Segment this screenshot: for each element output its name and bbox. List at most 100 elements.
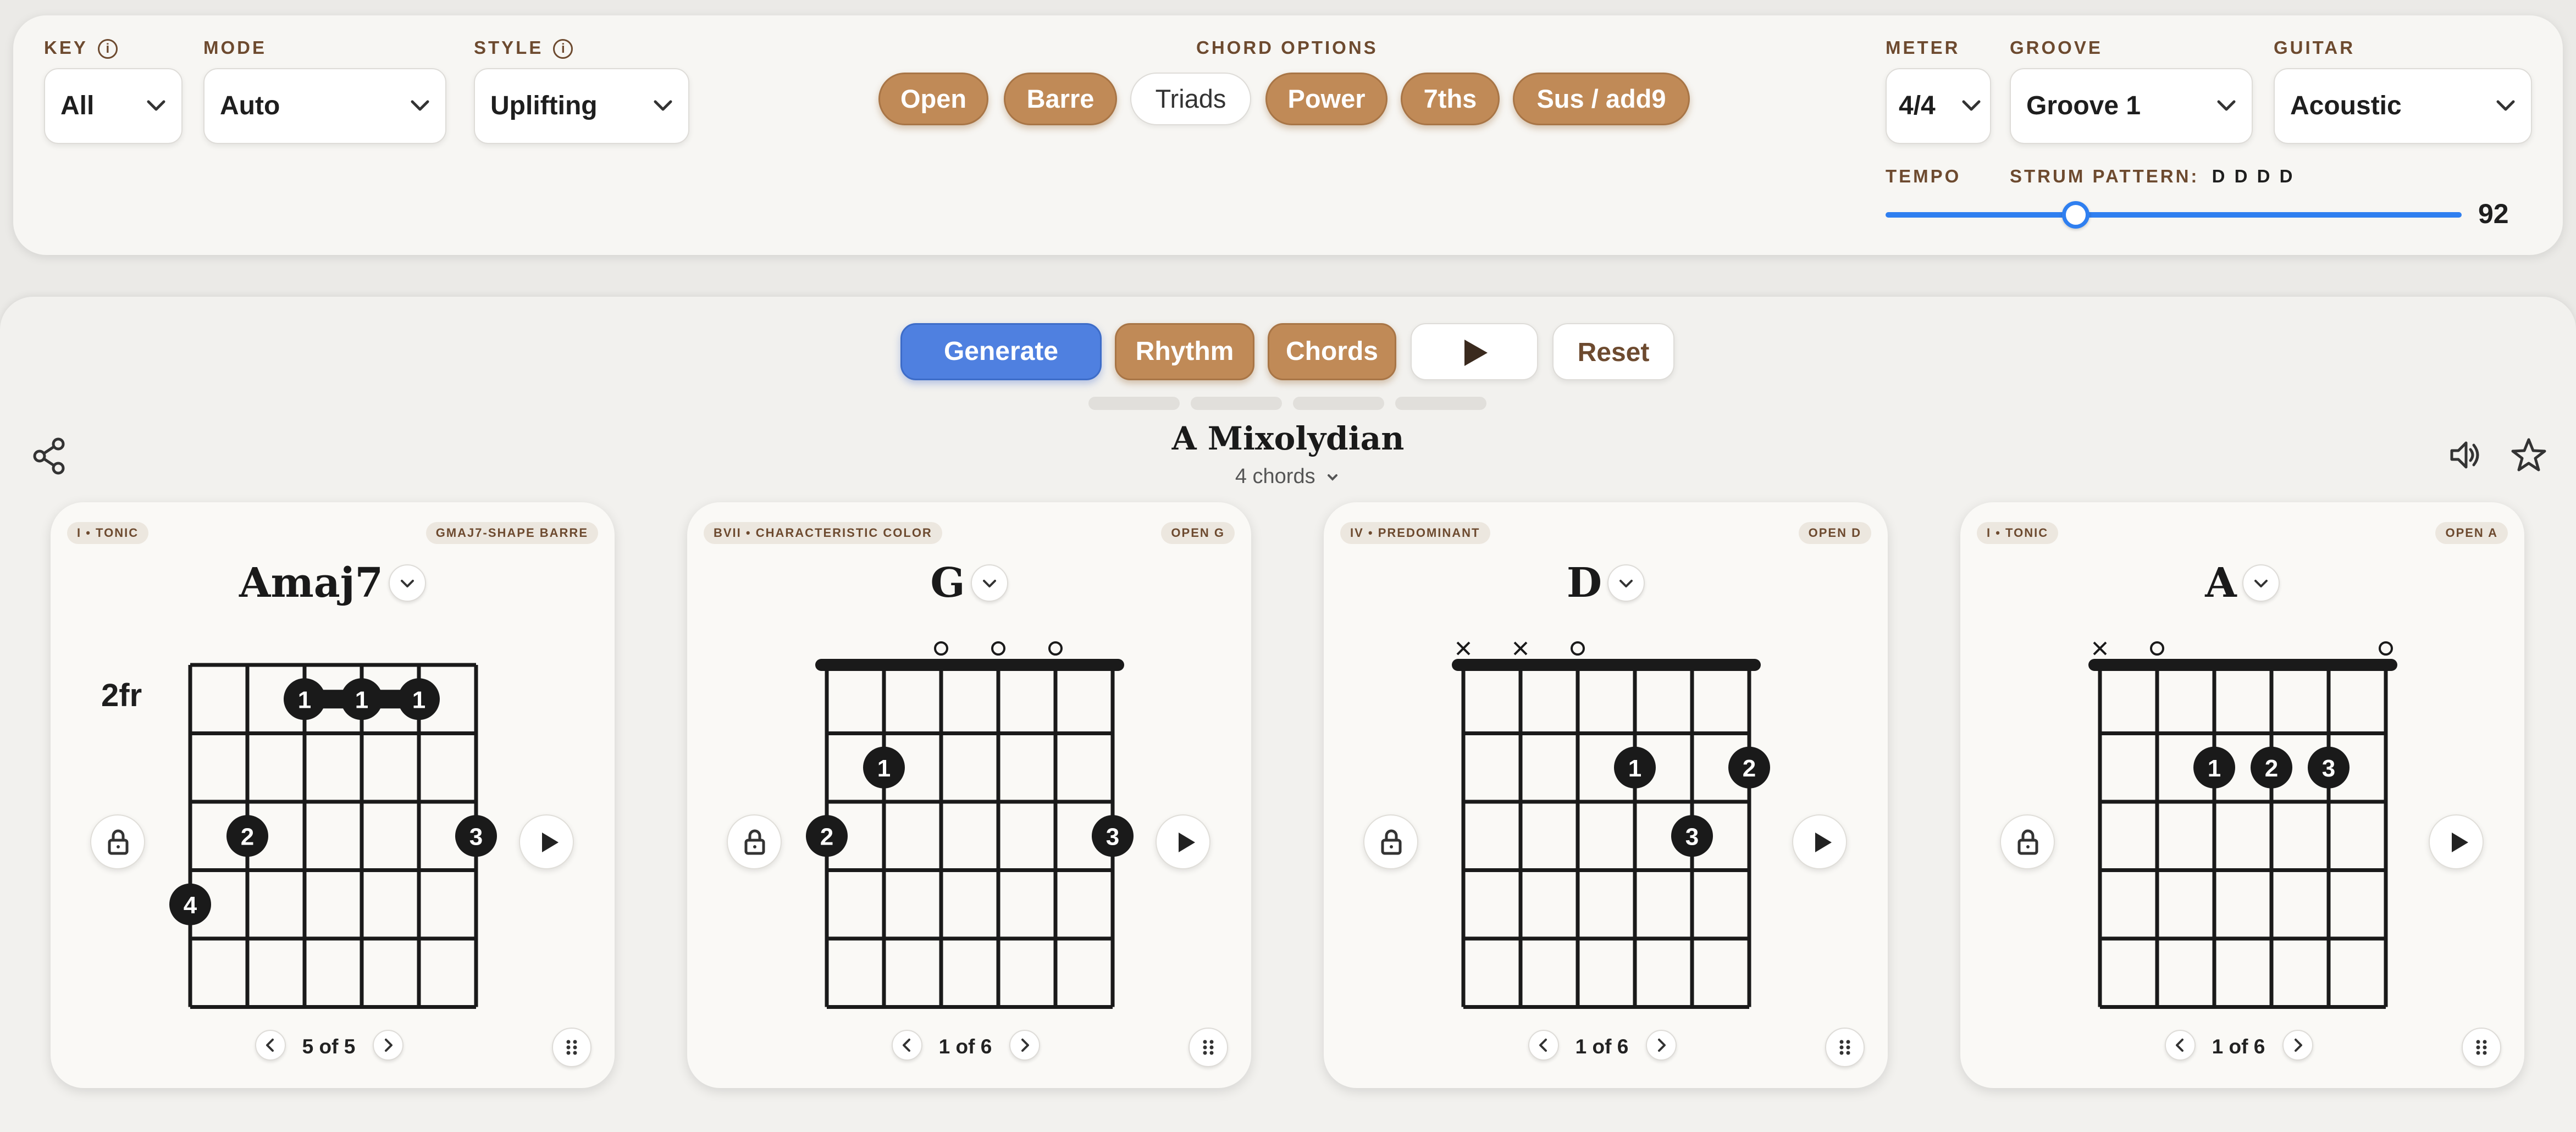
previous-voicing-button[interactable] (2165, 1030, 2196, 1061)
chevron-down-icon (1962, 100, 1981, 111)
chord-card: I • TONIC GMAJ7-SHAPE BARRE Amaj7 2fr 5 of 5… (51, 502, 615, 1088)
play-icon (1464, 340, 1488, 366)
finger-number: 2 (241, 823, 254, 850)
chord-diagram: 1 2 3 (1452, 641, 1770, 1009)
tempo-slider-thumb[interactable] (2061, 201, 2089, 229)
open-string-marker (1571, 641, 1585, 656)
voicing-pager: 1 of 6 (1575, 1035, 1629, 1058)
tempo-slider-track (1886, 212, 2462, 218)
chevron-left-icon (266, 1039, 274, 1052)
chevron-right-icon (1658, 1039, 1666, 1052)
chevron-down-icon (654, 100, 672, 111)
chevron-left-icon (903, 1039, 910, 1052)
guitar-label: GUITAR (2274, 37, 2356, 58)
next-voicing-button[interactable] (373, 1030, 403, 1061)
star-icon[interactable] (2510, 436, 2547, 474)
style-label: STYLE i (474, 37, 573, 59)
chevron-down-icon (147, 100, 165, 111)
finger-number: 2 (1743, 755, 1756, 782)
open-string-marker (991, 641, 1005, 656)
open-string-marker (1048, 641, 1063, 656)
play-button[interactable] (1411, 323, 1538, 380)
chord-card: I • TONIC OPEN AA1 of 6123 (1960, 502, 2524, 1088)
groove-select[interactable]: Groove 1 (2010, 68, 2253, 144)
grip-icon (1203, 1040, 1214, 1055)
finger-number: 1 (877, 755, 891, 782)
finger-number: 1 (2208, 755, 2221, 782)
drag-handle[interactable] (1825, 1028, 1865, 1067)
tempo-slider[interactable] (1886, 201, 2462, 229)
next-voicing-button[interactable] (1646, 1030, 1677, 1061)
chevron-right-icon (2295, 1039, 2302, 1052)
finger-number: 3 (2322, 755, 2335, 782)
finger-number: 1 (355, 686, 368, 713)
style-info-icon[interactable]: i (553, 39, 573, 59)
mode-label: MODE (203, 37, 267, 58)
previous-voicing-button[interactable] (1528, 1030, 1559, 1061)
key-info-icon[interactable]: i (97, 39, 118, 59)
chord-card: IV • PREDOMINANT OPEN DD1 of 6123 (1324, 502, 1888, 1088)
finger-number: 4 (184, 892, 197, 919)
open-string-marker (2150, 641, 2164, 656)
chord-option-triads[interactable]: Triads (1130, 73, 1251, 125)
tempo-label: TEMPO (1886, 166, 1961, 186)
chord-count-toggle[interactable]: 4 chords (1198, 465, 1378, 489)
voicing-pager: 5 of 5 (302, 1035, 356, 1058)
key-label: KEY i (44, 37, 118, 59)
chevron-down-icon (2496, 100, 2515, 111)
chord-option-open[interactable]: Open (878, 73, 988, 125)
chevron-left-icon (1539, 1039, 1547, 1052)
finger-number: 3 (1685, 823, 1699, 850)
reset-button[interactable]: Reset (1552, 323, 1674, 380)
finger-number: 1 (1628, 755, 1641, 782)
generate-button[interactable]: Generate (900, 323, 1102, 380)
grip-icon (1839, 1040, 1850, 1055)
chord-option-7ths[interactable]: 7ths (1401, 73, 1500, 125)
volume-icon[interactable] (2447, 437, 2483, 473)
chord-options-label: CHORD OPTIONS (1196, 37, 1378, 58)
chevron-left-icon (2176, 1039, 2183, 1052)
chord-diagram: 1 2 3 (2088, 641, 2397, 1009)
next-voicing-button[interactable] (2282, 1030, 2313, 1061)
chord-option-sus-add9[interactable]: Sus / add9 (1513, 73, 1690, 125)
previous-voicing-button[interactable] (255, 1030, 286, 1061)
mode-select[interactable]: Auto (203, 68, 446, 144)
open-string-marker (2379, 641, 2393, 656)
finger-number: 2 (820, 823, 833, 850)
finger-number: 3 (1106, 823, 1119, 850)
chevron-down-icon (2217, 100, 2236, 111)
chevron-down-icon (411, 100, 429, 111)
chords-button[interactable]: Chords (1268, 323, 1396, 380)
groove-label: GROOVE (2010, 37, 2103, 58)
muted-string-marker (2093, 641, 2107, 656)
drag-handle[interactable] (2462, 1028, 2501, 1067)
chevron-right-icon (1021, 1039, 1029, 1052)
style-select[interactable]: Uplifting (474, 68, 689, 144)
meter-select[interactable]: 4/4 (1886, 68, 1991, 144)
chord-diagram: 1 1 1 2 3 4 (169, 663, 497, 1009)
finger-number: 3 (469, 823, 483, 850)
chord-card: BVII • CHARACTERISTIC COLOR OPEN GG1 of 6… (687, 502, 1251, 1088)
next-voicing-button[interactable] (1009, 1030, 1040, 1061)
strum-pattern: STRUM PATTERN: D D D D (2010, 166, 2295, 186)
chord-option-barre[interactable]: Barre (1004, 73, 1117, 125)
chevron-right-icon (385, 1039, 393, 1052)
finger-number: 1 (412, 686, 425, 713)
grip-icon (2476, 1040, 2487, 1055)
progression-title: A Mixolydian (1171, 420, 1405, 457)
previous-voicing-button[interactable] (892, 1030, 922, 1061)
drag-handle[interactable] (552, 1028, 592, 1067)
tempo-value: 92 (2478, 198, 2509, 229)
chord-diagram: 1 2 3 (806, 641, 1134, 1009)
drag-handle[interactable] (1189, 1028, 1228, 1067)
guitar-select[interactable]: Acoustic (2274, 68, 2532, 144)
key-select[interactable]: All (44, 68, 183, 144)
voicing-pager: 1 of 6 (2212, 1035, 2265, 1058)
chord-option-power[interactable]: Power (1265, 73, 1387, 125)
rhythm-button[interactable]: Rhythm (1115, 323, 1254, 380)
grip-icon (566, 1040, 577, 1055)
finger-number: 2 (2265, 755, 2278, 782)
muted-string-marker (1456, 641, 1471, 656)
open-string-marker (934, 641, 948, 656)
chevron-down-icon (1328, 474, 1338, 481)
